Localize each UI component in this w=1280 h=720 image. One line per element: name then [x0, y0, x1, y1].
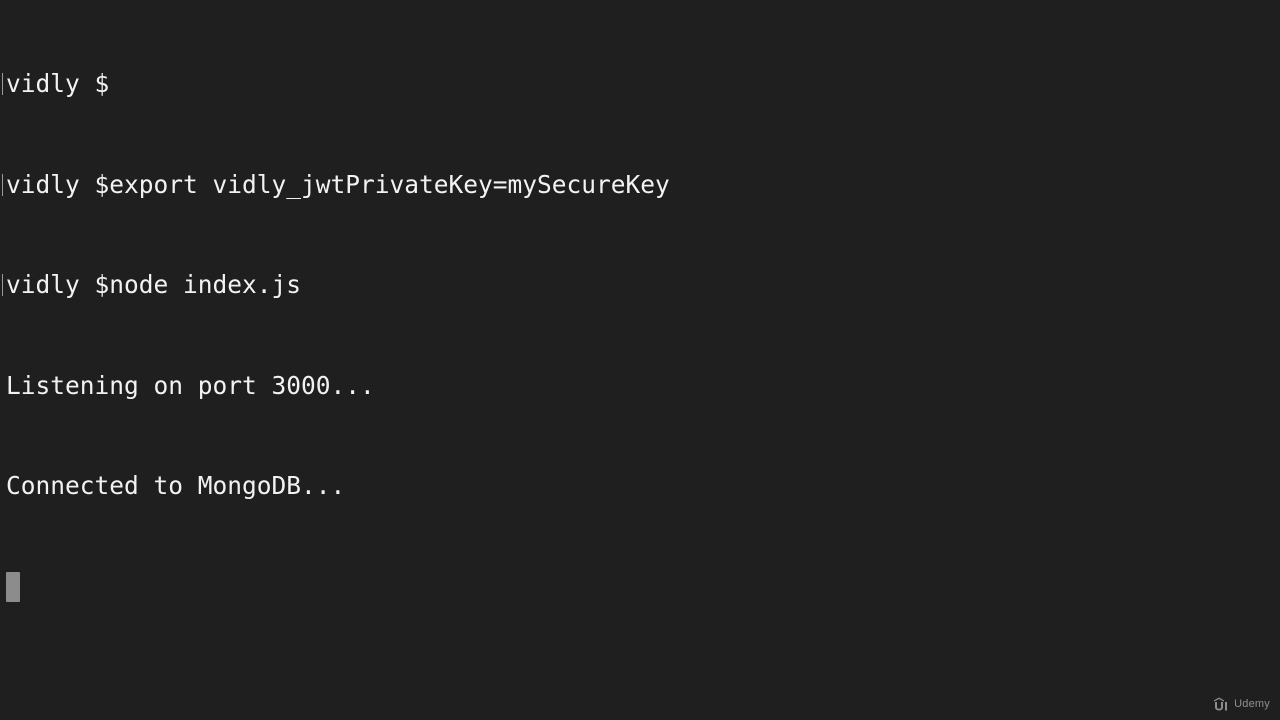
prompt-line-3: vidly $node index.js	[2, 268, 1266, 302]
command: node index.js	[109, 270, 302, 299]
prompt-line-2: vidly $export vidly_jwtPrivateKey=mySecu…	[2, 168, 1266, 202]
udemy-logo-icon	[1214, 697, 1228, 711]
terminal-window[interactable]: vidly $ vidly $export vidly_jwtPrivateKe…	[0, 0, 1280, 720]
prompt-line-1: vidly $	[2, 67, 1266, 101]
command: export vidly_jwtPrivateKey=mySecureKey	[109, 169, 670, 199]
watermark-text: Udemy	[1234, 698, 1270, 710]
input-line[interactable]	[6, 570, 1266, 604]
output-line-1: Listening on port 3000...	[6, 370, 375, 400]
prompt: vidly $	[6, 169, 110, 199]
prompt: vidly $	[6, 270, 110, 299]
prompt: vidly $	[6, 69, 110, 98]
udemy-watermark: Udemy	[1214, 697, 1270, 711]
terminal-cursor	[6, 571, 20, 602]
terminal-output: vidly $ vidly $export vidly_jwtPrivateKe…	[2, 0, 1266, 670]
output-line-2: Connected to MongoDB...	[6, 471, 346, 500]
